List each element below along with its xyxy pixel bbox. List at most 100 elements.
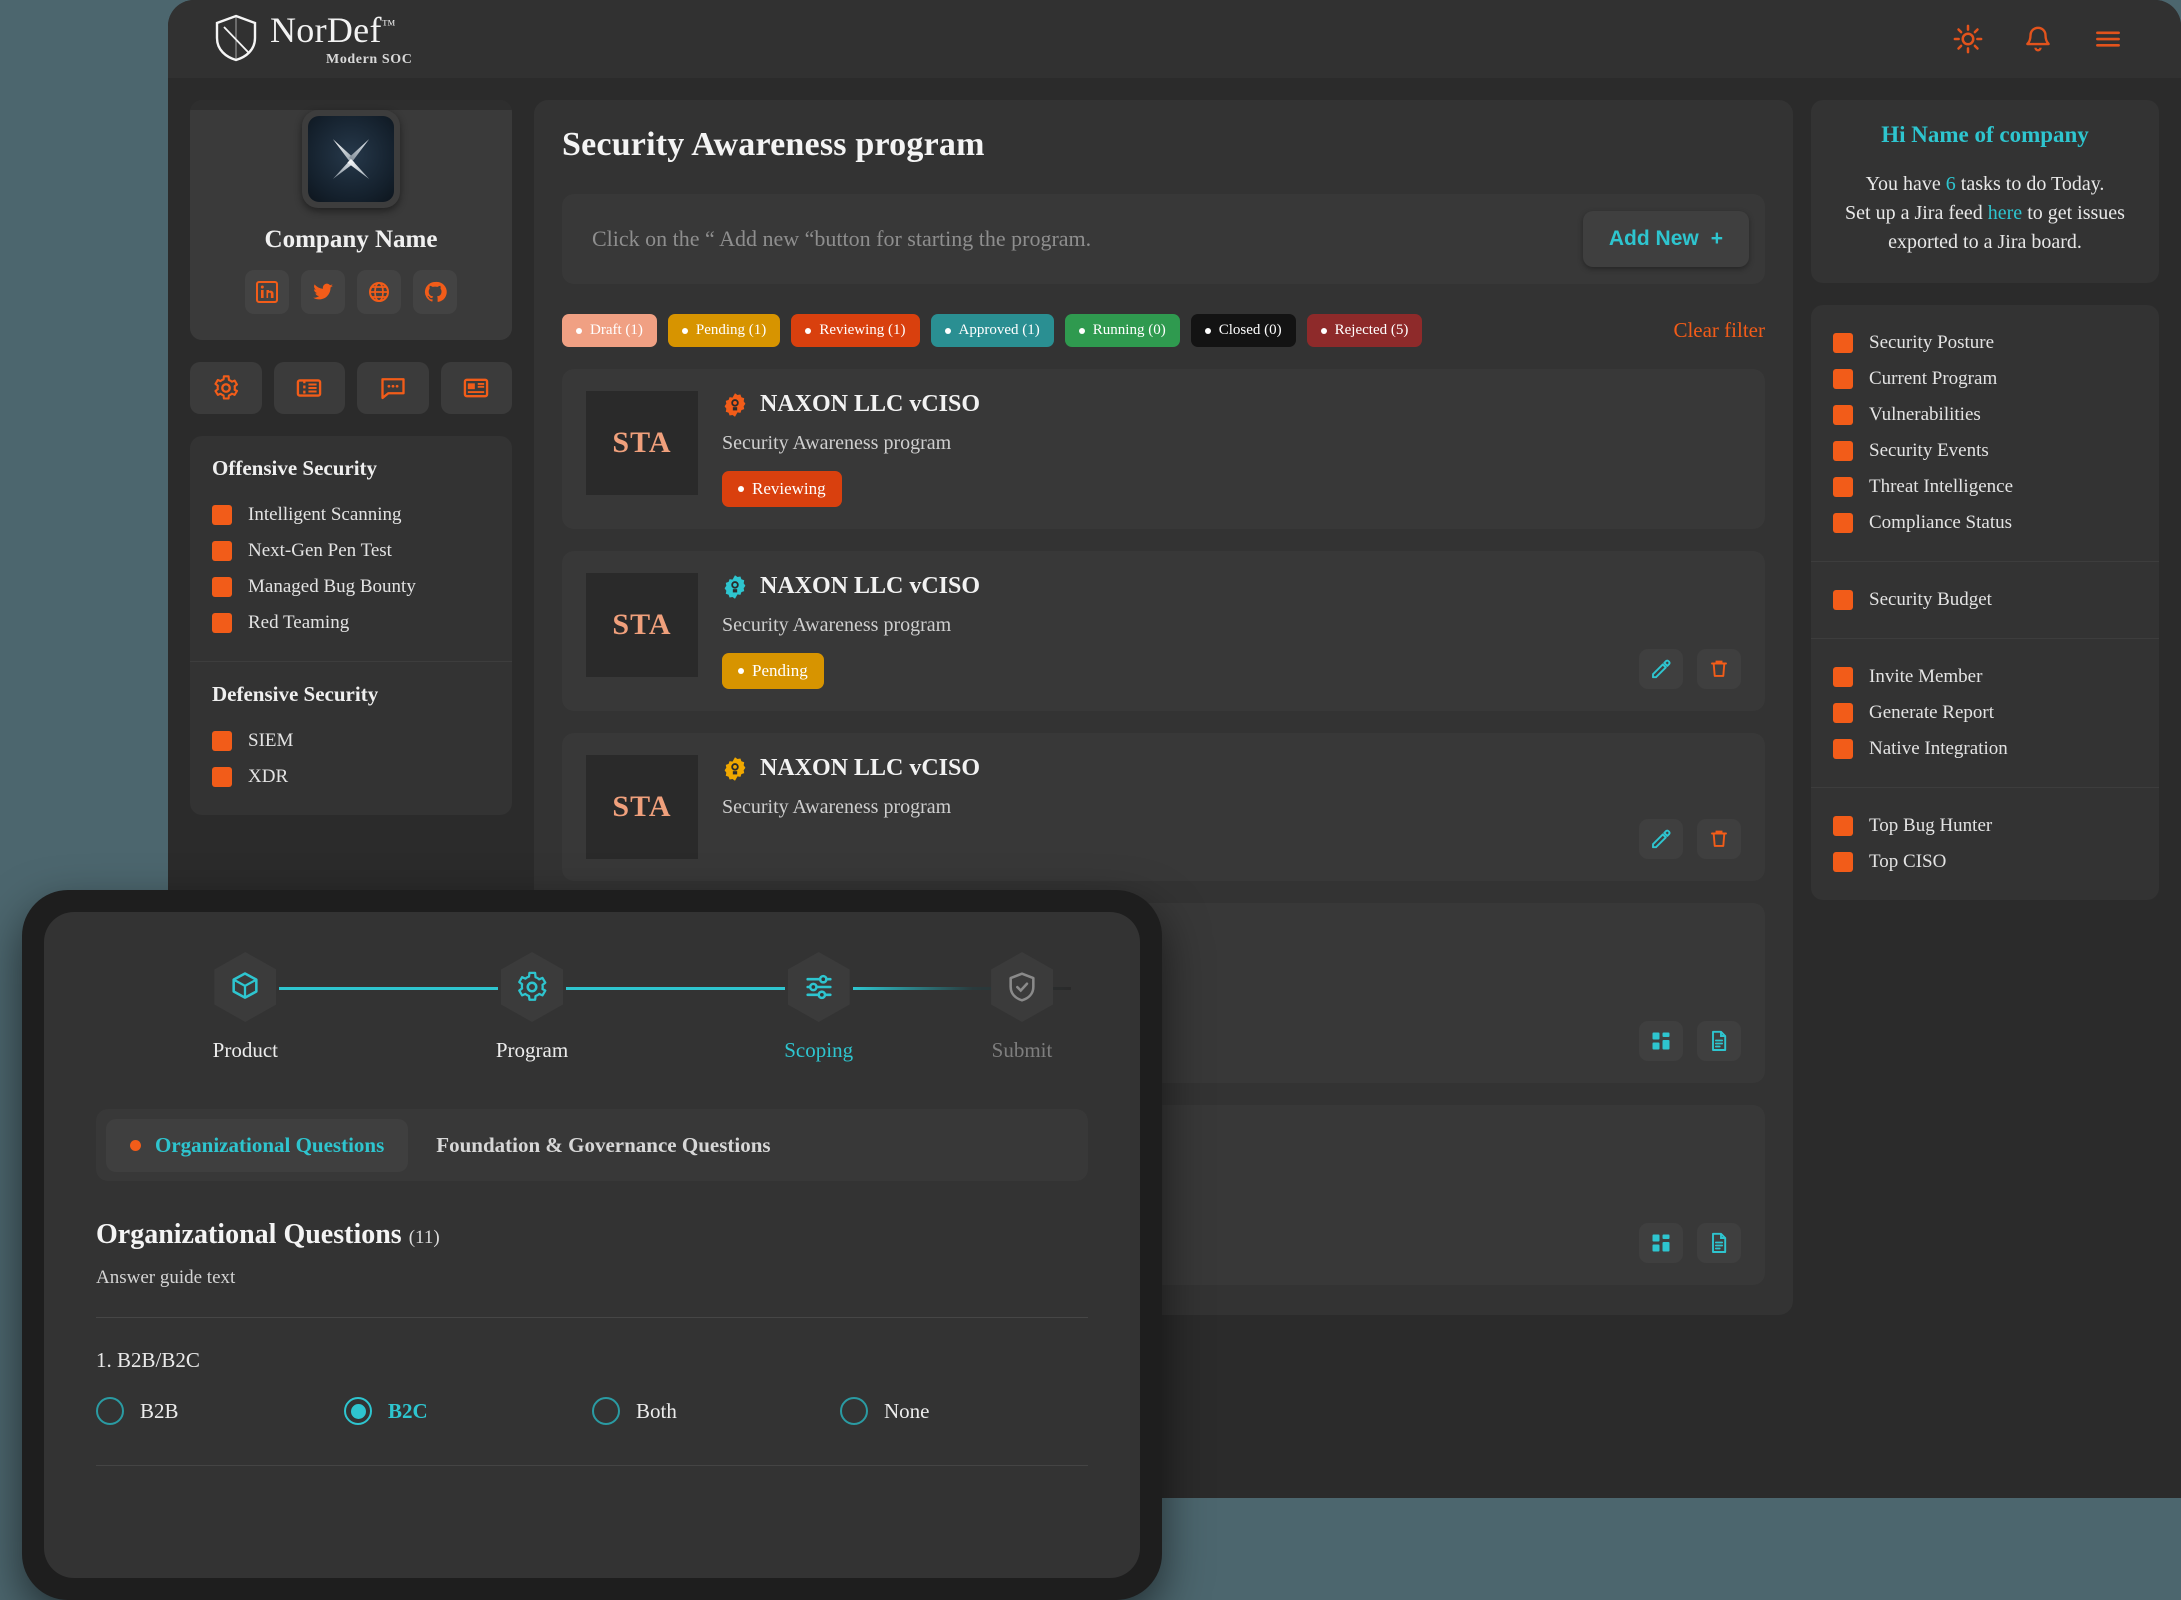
right-nav-item-current-program[interactable]: Current Program	[1833, 361, 2137, 397]
right-nav-item-label: Threat Intelligence	[1869, 476, 2014, 497]
bullet-square-icon	[212, 541, 232, 561]
sidebar-item-label: Next-Gen Pen Test	[248, 540, 392, 561]
right-nav-item-security-budget[interactable]: Security Budget	[1833, 582, 2137, 618]
step-product[interactable]: Product	[102, 952, 498, 1063]
card-actions	[1639, 1021, 1741, 1061]
delete-icon[interactable]	[1697, 819, 1741, 859]
edit-icon[interactable]	[1639, 819, 1683, 859]
company-card: Company Name	[190, 100, 512, 340]
right-nav-item-label: Security Events	[1869, 440, 1989, 461]
filter-chip-approved[interactable]: Approved (1)	[930, 314, 1054, 347]
delete-icon[interactable]	[1697, 649, 1741, 689]
section-count: (11)	[408, 1227, 440, 1248]
right-nav-item-label: Vulnerabilities	[1869, 404, 1981, 425]
shield-check-icon	[991, 952, 1054, 1022]
card-actions	[1639, 1223, 1741, 1263]
hamburger-menu-icon[interactable]	[2093, 24, 2123, 54]
filter-chip-draft[interactable]: Draft (1)	[562, 314, 657, 347]
twitter-icon[interactable]	[301, 270, 345, 314]
sidebar-item-red-teaming[interactable]: Red Teaming	[212, 605, 490, 641]
org-badge-icon	[724, 756, 746, 781]
program-thumbnail: STA	[586, 755, 698, 859]
bell-icon[interactable]	[2023, 24, 2053, 54]
right-nav-item-label: Security Posture	[1869, 332, 1995, 353]
bullet-square-icon	[1833, 405, 1853, 425]
radio-option-b2b[interactable]: B2B	[96, 1397, 344, 1425]
radio-option-none[interactable]: None	[840, 1397, 1088, 1425]
program-subtitle: Security Awareness program	[722, 614, 952, 636]
radio-icon	[592, 1397, 620, 1425]
filter-chip-reviewing[interactable]: Reviewing (1)	[791, 314, 920, 347]
program-card[interactable]: STA NAXON LLC vCISO Security Awareness p…	[562, 551, 1765, 711]
avatar[interactable]	[302, 110, 400, 208]
settings-icon[interactable]	[190, 362, 262, 414]
step-submit[interactable]: Submit	[962, 952, 1082, 1063]
right-nav-item-top-bug-hunter[interactable]: Top Bug Hunter	[1833, 808, 2137, 844]
linkedin-icon[interactable]	[245, 270, 289, 314]
step-connector	[566, 987, 785, 990]
edit-icon[interactable]	[1639, 649, 1683, 689]
company-logo-icon	[332, 139, 370, 179]
section-title-text: Organizational Questions	[96, 1219, 402, 1250]
dashboard-icon[interactable]	[1639, 1223, 1683, 1263]
right-nav-item-top-ciso[interactable]: Top CISO	[1833, 844, 2137, 880]
right-nav-item-security-events[interactable]: Security Events	[1833, 433, 2137, 469]
radio-option-both[interactable]: Both	[592, 1397, 840, 1425]
bullet-square-icon	[1833, 513, 1853, 533]
sidebar-item-xdr[interactable]: XDR	[212, 759, 490, 795]
filter-chip-rejected[interactable]: Rejected (5)	[1306, 314, 1423, 347]
sidebar-group-title: Offensive Security	[212, 456, 378, 480]
program-org-name: NAXON LLC vCISO	[760, 573, 981, 599]
right-sidebar: Hi Name of company You have 6 tasks to d…	[1811, 78, 2181, 1498]
bullet-square-icon	[212, 731, 232, 751]
right-nav-item-generate-report[interactable]: Generate Report	[1833, 695, 2137, 731]
sidebar-item-intelligent-scanning[interactable]: Intelligent Scanning	[212, 497, 490, 533]
brand-name: NorDef	[270, 9, 382, 50]
report-icon[interactable]	[1697, 1223, 1741, 1263]
right-nav-item-invite-member[interactable]: Invite Member	[1833, 659, 2137, 695]
active-tab-dot-icon	[130, 1139, 141, 1151]
add-new-button[interactable]: Add New +	[1582, 211, 1749, 267]
right-nav-item-threat-intelligence[interactable]: Threat Intelligence	[1833, 469, 2137, 505]
right-nav-item-security-posture[interactable]: Security Posture	[1833, 325, 2137, 361]
chat-icon[interactable]	[357, 362, 429, 414]
filter-chip-closed[interactable]: Closed (0)	[1190, 314, 1296, 347]
clear-filter-link[interactable]: Clear filter	[1673, 318, 1765, 343]
report-icon[interactable]	[1697, 1021, 1741, 1061]
filter-chip-running[interactable]: Running (0)	[1064, 314, 1180, 347]
status-badge: Reviewing	[722, 471, 842, 507]
step-program[interactable]: Program	[389, 952, 785, 1063]
sidebar-item-next-gen-pen-test[interactable]: Next-Gen Pen Test	[212, 533, 490, 569]
right-nav-item-compliance-status[interactable]: Compliance Status	[1833, 505, 2137, 541]
right-nav-item-vulnerabilities[interactable]: Vulnerabilities	[1833, 397, 2137, 433]
right-nav-item-native-integration[interactable]: Native Integration	[1833, 731, 2137, 767]
filter-chip-label: Draft (1)	[590, 322, 643, 338]
sidebar-item-managed-bug-bounty[interactable]: Managed Bug Bounty	[212, 569, 490, 605]
dashboard-icon[interactable]	[1639, 1021, 1683, 1061]
status-badge: Pending	[722, 653, 824, 689]
program-card[interactable]: STA NAXON LLC vCISO Security Awareness p…	[562, 369, 1765, 529]
right-nav-item-label: Top CISO	[1869, 851, 1947, 872]
globe-icon[interactable]	[357, 270, 401, 314]
bullet-square-icon	[212, 767, 232, 787]
hint-bar: Click on the “ Add new “button for start…	[562, 194, 1765, 284]
program-card[interactable]: STA NAXON LLC vCISO Security Awareness p…	[562, 733, 1765, 881]
filter-chip-pending[interactable]: Pending (1)	[667, 314, 781, 347]
ticket-icon[interactable]	[273, 362, 345, 414]
program-org-name: NAXON LLC vCISO	[760, 391, 981, 417]
brand-logo[interactable]: NorDef™ Modern SOC	[214, 12, 413, 67]
sidebar-item-siem[interactable]: SIEM	[212, 723, 490, 759]
sun-icon[interactable]	[1953, 24, 1983, 54]
github-icon[interactable]	[413, 270, 457, 314]
sidebar-item-label: Intelligent Scanning	[248, 504, 402, 525]
contact-card-icon[interactable]	[440, 362, 512, 414]
card-actions	[1639, 819, 1741, 859]
gear-icon	[501, 952, 563, 1022]
step-scoping[interactable]: Scoping	[675, 952, 1072, 1063]
radio-option-b2c[interactable]: B2C	[344, 1397, 592, 1425]
brand-tagline: Modern SOC	[326, 51, 413, 67]
jira-setup-link[interactable]: here	[1988, 202, 2022, 224]
tab-organizational-questions[interactable]: Organizational Questions	[106, 1118, 409, 1172]
question-number: 1.	[96, 1348, 112, 1372]
tab-foundation-governance-questions[interactable]: Foundation & Governance Questions	[412, 1119, 794, 1172]
